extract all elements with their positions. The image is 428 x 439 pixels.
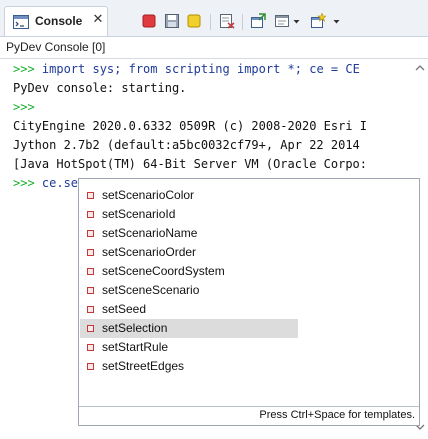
open-console-icon[interactable] (250, 13, 266, 29)
autocomplete-item-label: setScenarioOrder (102, 245, 197, 259)
tab-console[interactable]: Console ✕ (4, 6, 108, 36)
chevron-down-icon[interactable] (293, 13, 300, 29)
close-icon[interactable]: ✕ (91, 12, 105, 28)
method-icon (87, 287, 94, 294)
console-line: >>> import sys; from scripting import *;… (13, 60, 360, 78)
view-tab-bar: Console ✕ (0, 0, 428, 37)
console-name-label: PyDev Console [0] (6, 40, 106, 54)
chevron-down-icon[interactable] (333, 13, 340, 29)
new-console-icon[interactable] (310, 13, 326, 29)
autocomplete-item-label: setStartRule (102, 340, 169, 354)
console-prompt: >>> (13, 176, 42, 190)
autocomplete-item[interactable]: setScenarioName (80, 224, 298, 243)
console-text: PyDev console: starting. (13, 81, 187, 95)
autocomplete-item-label: setSceneCoordSystem (102, 264, 225, 278)
autocomplete-item[interactable]: setScenarioOrder (80, 243, 298, 262)
method-icon (87, 306, 94, 313)
toolbar-separator (210, 14, 211, 30)
save-icon[interactable] (164, 13, 180, 29)
terminate-icon[interactable] (141, 13, 157, 29)
autocomplete-item[interactable]: setScenarioId (80, 205, 298, 224)
method-icon (87, 268, 94, 275)
toolbar-separator (242, 14, 243, 30)
pin-icon[interactable] (186, 13, 202, 29)
console-text: import sys; from scripting import *; ce … (41, 62, 360, 76)
console-line: >>> (13, 98, 35, 116)
autocomplete-item[interactable]: setStreetEdges (80, 357, 298, 376)
autocomplete-item-label: setScenarioId (102, 207, 176, 221)
clear-console-icon[interactable] (219, 13, 235, 29)
autocomplete-item-label: setSceneScenario (102, 283, 200, 297)
autocomplete-item-label: setScenarioName (102, 226, 198, 240)
console-prompt: >>> (13, 100, 35, 114)
method-icon (87, 230, 94, 237)
console-text: [Java HotSpot(TM) 64-Bit Server VM (Orac… (13, 157, 368, 171)
method-icon (87, 363, 94, 370)
console-line: PyDev console: starting. (13, 79, 186, 97)
method-icon (87, 211, 94, 218)
console-prompt: >>> (13, 62, 42, 76)
console-text: Jython 2.7b2 (default:a5bc0032cf79+, Apr… (13, 138, 360, 152)
autocomplete-footer: Press Ctrl+Space for templates. (79, 406, 419, 425)
method-icon (87, 344, 94, 351)
tab-label: Console (35, 14, 83, 28)
autocomplete-hint: Press Ctrl+Space for templates. (259, 409, 415, 421)
autocomplete-item-label: setSelection (102, 321, 168, 335)
autocomplete-popup[interactable]: setScenarioColor setScenarioId setScenario… (78, 178, 420, 426)
console-line: [Java HotSpot(TM) 64-Bit Server VM (Orac… (13, 155, 367, 173)
autocomplete-item[interactable]: setSceneScenario (80, 281, 298, 300)
autocomplete-item-label: setSeed (102, 302, 147, 316)
autocomplete-item[interactable]: setScenarioColor (80, 186, 298, 205)
autocomplete-item-label: setScenarioColor (102, 188, 195, 202)
autocomplete-item-label: setStreetEdges (102, 359, 185, 373)
autocomplete-item[interactable]: setSeed (80, 300, 298, 319)
autocomplete-item[interactable]: setStartRule (80, 338, 298, 357)
scroll-up-icon[interactable] (415, 63, 425, 73)
console-text: CityEngine 2020.0.6332 0509R (c) 2008-20… (13, 119, 368, 133)
autocomplete-item[interactable]: setSceneCoordSystem (80, 262, 298, 281)
method-icon (87, 325, 94, 332)
console-line: CityEngine 2020.0.6332 0509R (c) 2008-20… (13, 117, 367, 135)
method-icon (87, 192, 94, 199)
console-line: Jython 2.7b2 (default:a5bc0032cf79+, Apr… (13, 136, 360, 154)
display-selected-console-icon[interactable] (274, 13, 290, 29)
method-icon (87, 249, 94, 256)
console-icon (13, 15, 29, 29)
autocomplete-item[interactable]: setSelection (80, 319, 298, 338)
